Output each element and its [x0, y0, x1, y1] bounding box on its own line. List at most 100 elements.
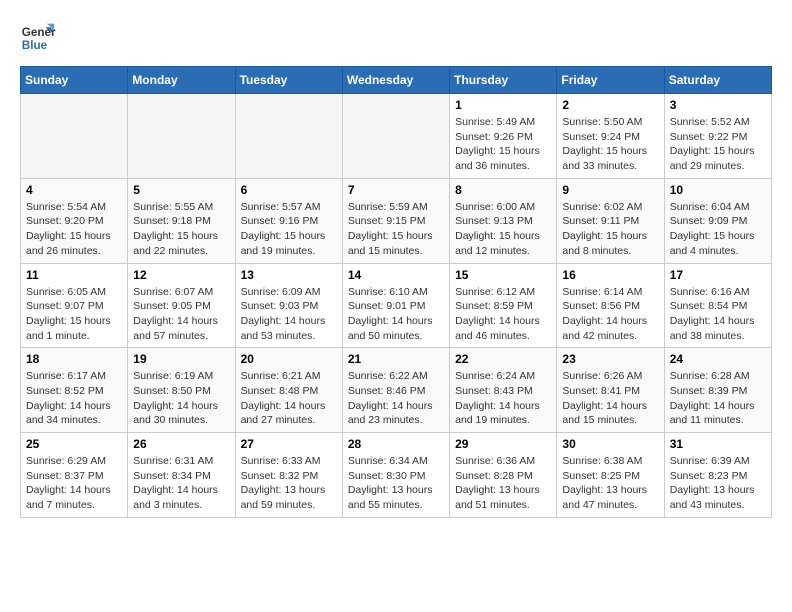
calendar-cell: 22 Sunrise: 6:24 AM Sunset: 8:43 PM Dayli… — [450, 348, 557, 433]
day-info: Sunrise: 6:38 AM Sunset: 8:25 PM Dayligh… — [562, 454, 658, 513]
calendar-cell: 31 Sunrise: 6:39 AM Sunset: 8:23 PM Dayli… — [664, 433, 771, 518]
calendar-week-row: 11 Sunrise: 6:05 AM Sunset: 9:07 PM Dayli… — [21, 263, 772, 348]
calendar-cell: 5 Sunrise: 5:55 AM Sunset: 9:18 PM Daylig… — [128, 178, 235, 263]
calendar-cell: 29 Sunrise: 6:36 AM Sunset: 8:28 PM Dayli… — [450, 433, 557, 518]
calendar-cell: 12 Sunrise: 6:07 AM Sunset: 9:05 PM Dayli… — [128, 263, 235, 348]
calendar-cell: 20 Sunrise: 6:21 AM Sunset: 8:48 PM Dayli… — [235, 348, 342, 433]
day-number: 24 — [670, 352, 766, 366]
day-number: 30 — [562, 437, 658, 451]
svg-text:Blue: Blue — [22, 39, 48, 52]
day-number: 1 — [455, 98, 551, 112]
day-number: 18 — [26, 352, 122, 366]
logo: General Blue — [20, 20, 56, 56]
day-info: Sunrise: 6:16 AM Sunset: 8:54 PM Dayligh… — [670, 285, 766, 344]
day-number: 11 — [26, 268, 122, 282]
day-number: 27 — [241, 437, 337, 451]
calendar-cell: 30 Sunrise: 6:38 AM Sunset: 8:25 PM Dayli… — [557, 433, 664, 518]
calendar-cell — [342, 94, 449, 179]
day-number: 25 — [26, 437, 122, 451]
calendar-header-row: SundayMondayTuesdayWednesdayThursdayFrid… — [21, 67, 772, 94]
day-info: Sunrise: 5:49 AM Sunset: 9:26 PM Dayligh… — [455, 115, 551, 174]
calendar-cell: 8 Sunrise: 6:00 AM Sunset: 9:13 PM Daylig… — [450, 178, 557, 263]
logo-icon: General Blue — [20, 20, 56, 56]
calendar-cell: 2Sunrise: 5:50 AM Sunset: 9:24 PM Daylig… — [557, 94, 664, 179]
day-info: Sunrise: 6:07 AM Sunset: 9:05 PM Dayligh… — [133, 285, 229, 344]
calendar-cell: 4Sunrise: 5:54 AM Sunset: 9:20 PM Daylig… — [21, 178, 128, 263]
calendar-cell: 14Sunrise: 6:10 AM Sunset: 9:01 PM Dayli… — [342, 263, 449, 348]
day-info: Sunrise: 6:28 AM Sunset: 8:39 PM Dayligh… — [670, 369, 766, 428]
day-info: Sunrise: 6:36 AM Sunset: 8:28 PM Dayligh… — [455, 454, 551, 513]
day-info: Sunrise: 5:55 AM Sunset: 9:18 PM Dayligh… — [133, 200, 229, 259]
calendar-week-row: 18 Sunrise: 6:17 AM Sunset: 8:52 PM Dayli… — [21, 348, 772, 433]
calendar-cell: 26 Sunrise: 6:31 AM Sunset: 8:34 PM Dayli… — [128, 433, 235, 518]
day-number: 12 — [133, 268, 229, 282]
calendar-cell: 6 Sunrise: 5:57 AM Sunset: 9:16 PM Daylig… — [235, 178, 342, 263]
day-info: Sunrise: 6:39 AM Sunset: 8:23 PM Dayligh… — [670, 454, 766, 513]
calendar-cell — [128, 94, 235, 179]
day-info: Sunrise: 6:24 AM Sunset: 8:43 PM Dayligh… — [455, 369, 551, 428]
calendar-cell: 27Sunrise: 6:33 AM Sunset: 8:32 PM Dayli… — [235, 433, 342, 518]
day-number: 31 — [670, 437, 766, 451]
column-header-monday: Monday — [128, 67, 235, 94]
day-number: 23 — [562, 352, 658, 366]
calendar-week-row: 1 Sunrise: 5:49 AM Sunset: 9:26 PM Daylig… — [21, 94, 772, 179]
calendar-cell: 25 Sunrise: 6:29 AM Sunset: 8:37 PM Dayli… — [21, 433, 128, 518]
calendar-cell: 15 Sunrise: 6:12 AM Sunset: 8:59 PM Dayli… — [450, 263, 557, 348]
day-info: Sunrise: 6:21 AM Sunset: 8:48 PM Dayligh… — [241, 369, 337, 428]
calendar-cell: 16 Sunrise: 6:14 AM Sunset: 8:56 PM Dayli… — [557, 263, 664, 348]
day-number: 3 — [670, 98, 766, 112]
day-info: Sunrise: 5:57 AM Sunset: 9:16 PM Dayligh… — [241, 200, 337, 259]
calendar-cell: 1 Sunrise: 5:49 AM Sunset: 9:26 PM Daylig… — [450, 94, 557, 179]
day-number: 10 — [670, 183, 766, 197]
day-number: 26 — [133, 437, 229, 451]
day-number: 20 — [241, 352, 337, 366]
day-info: Sunrise: 5:59 AM Sunset: 9:15 PM Dayligh… — [348, 200, 444, 259]
calendar-cell: 23Sunrise: 6:26 AM Sunset: 8:41 PM Dayli… — [557, 348, 664, 433]
day-info: Sunrise: 6:09 AM Sunset: 9:03 PM Dayligh… — [241, 285, 337, 344]
calendar-cell: 11 Sunrise: 6:05 AM Sunset: 9:07 PM Dayli… — [21, 263, 128, 348]
day-info: Sunrise: 6:29 AM Sunset: 8:37 PM Dayligh… — [26, 454, 122, 513]
calendar-table: SundayMondayTuesdayWednesdayThursdayFrid… — [20, 66, 772, 518]
calendar-cell — [235, 94, 342, 179]
calendar-cell: 17 Sunrise: 6:16 AM Sunset: 8:54 PM Dayli… — [664, 263, 771, 348]
calendar-week-row: 25 Sunrise: 6:29 AM Sunset: 8:37 PM Dayli… — [21, 433, 772, 518]
day-info: Sunrise: 6:17 AM Sunset: 8:52 PM Dayligh… — [26, 369, 122, 428]
calendar-cell: 13 Sunrise: 6:09 AM Sunset: 9:03 PM Dayli… — [235, 263, 342, 348]
calendar-cell: 21 Sunrise: 6:22 AM Sunset: 8:46 PM Dayli… — [342, 348, 449, 433]
day-info: Sunrise: 6:19 AM Sunset: 8:50 PM Dayligh… — [133, 369, 229, 428]
day-info: Sunrise: 5:54 AM Sunset: 9:20 PM Dayligh… — [26, 200, 122, 259]
day-number: 9 — [562, 183, 658, 197]
calendar-cell: 7 Sunrise: 5:59 AM Sunset: 9:15 PM Daylig… — [342, 178, 449, 263]
day-info: Sunrise: 6:02 AM Sunset: 9:11 PM Dayligh… — [562, 200, 658, 259]
day-number: 7 — [348, 183, 444, 197]
column-header-sunday: Sunday — [21, 67, 128, 94]
day-number: 16 — [562, 268, 658, 282]
calendar-cell: 10 Sunrise: 6:04 AM Sunset: 9:09 PM Dayli… — [664, 178, 771, 263]
day-number: 21 — [348, 352, 444, 366]
column-header-wednesday: Wednesday — [342, 67, 449, 94]
day-number: 6 — [241, 183, 337, 197]
calendar-cell: 9 Sunrise: 6:02 AM Sunset: 9:11 PM Daylig… — [557, 178, 664, 263]
day-number: 29 — [455, 437, 551, 451]
day-info: Sunrise: 6:12 AM Sunset: 8:59 PM Dayligh… — [455, 285, 551, 344]
day-number: 17 — [670, 268, 766, 282]
day-info: Sunrise: 5:52 AM Sunset: 9:22 PM Dayligh… — [670, 115, 766, 174]
day-number: 8 — [455, 183, 551, 197]
calendar-cell — [21, 94, 128, 179]
day-info: Sunrise: 6:22 AM Sunset: 8:46 PM Dayligh… — [348, 369, 444, 428]
day-info: Sunrise: 6:14 AM Sunset: 8:56 PM Dayligh… — [562, 285, 658, 344]
day-number: 15 — [455, 268, 551, 282]
day-number: 5 — [133, 183, 229, 197]
day-info: Sunrise: 6:31 AM Sunset: 8:34 PM Dayligh… — [133, 454, 229, 513]
day-number: 19 — [133, 352, 229, 366]
day-info: Sunrise: 6:04 AM Sunset: 9:09 PM Dayligh… — [670, 200, 766, 259]
column-header-friday: Friday — [557, 67, 664, 94]
calendar-cell: 18 Sunrise: 6:17 AM Sunset: 8:52 PM Dayli… — [21, 348, 128, 433]
day-info: Sunrise: 6:05 AM Sunset: 9:07 PM Dayligh… — [26, 285, 122, 344]
day-number: 22 — [455, 352, 551, 366]
column-header-tuesday: Tuesday — [235, 67, 342, 94]
day-number: 28 — [348, 437, 444, 451]
day-number: 2 — [562, 98, 658, 112]
day-number: 13 — [241, 268, 337, 282]
day-info: Sunrise: 6:00 AM Sunset: 9:13 PM Dayligh… — [455, 200, 551, 259]
